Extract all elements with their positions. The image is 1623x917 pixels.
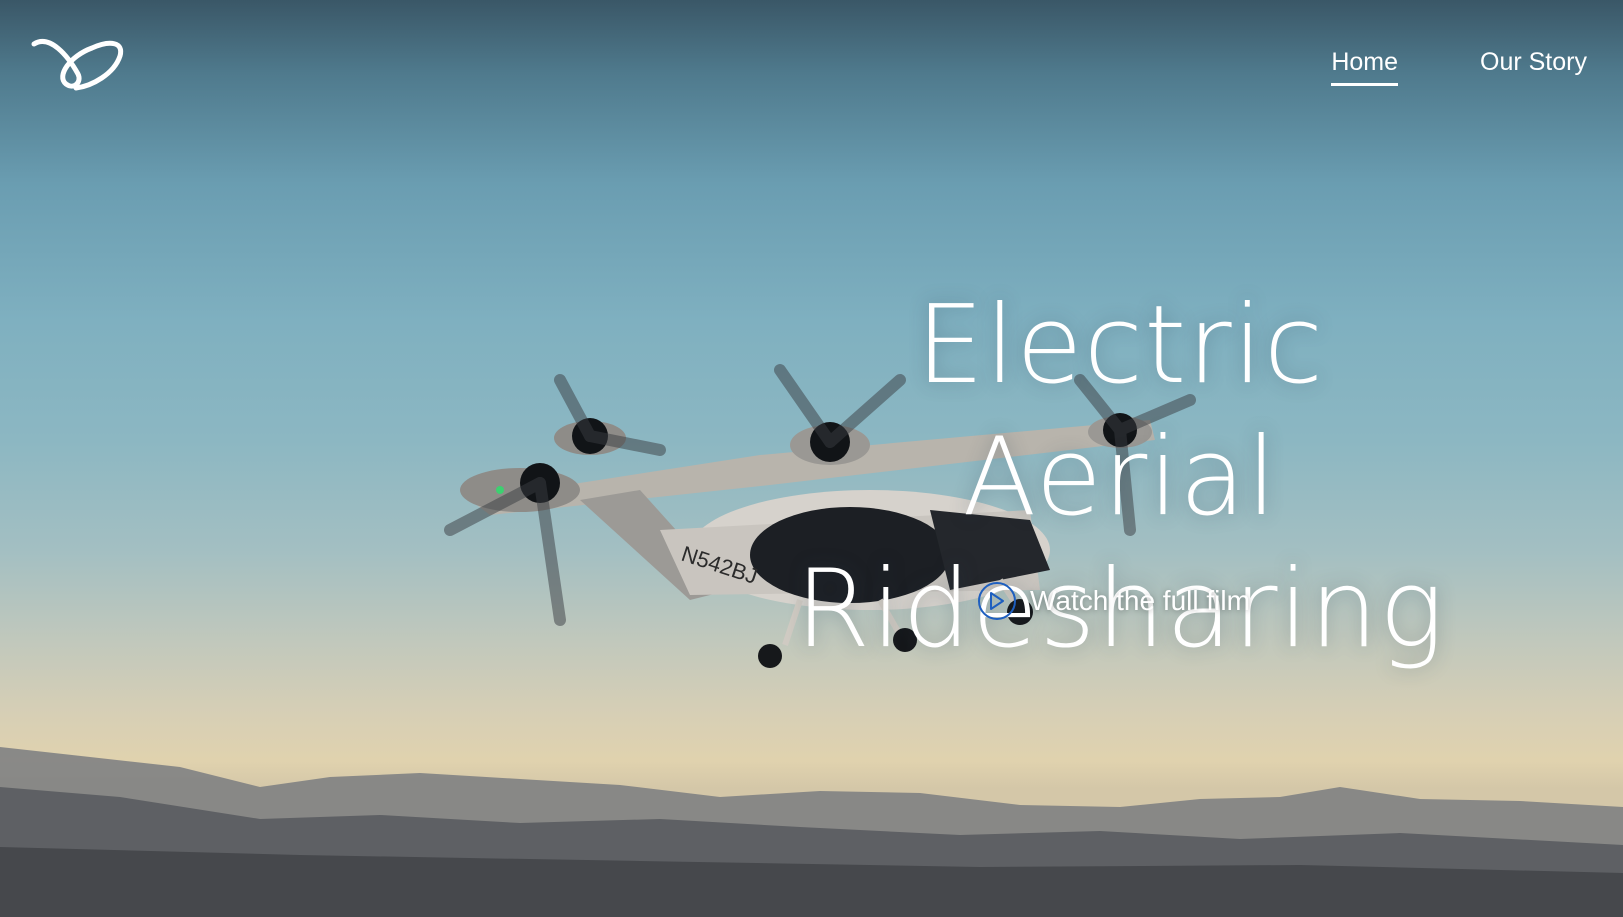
watch-film-label: Watch the full film — [1030, 585, 1250, 616]
top-nav: Home Our Story — [0, 0, 1623, 110]
brand-logo-icon[interactable] — [30, 34, 126, 94]
play-icon — [990, 592, 1004, 610]
nav-home-link[interactable]: Home — [1331, 48, 1399, 86]
nav-links: Home Our Story — [1331, 48, 1587, 86]
nav-our-story-link[interactable]: Our Story — [1480, 48, 1587, 86]
headline-line-1: Electric Aerial — [915, 283, 1325, 540]
watch-film-button[interactable]: Watch the full film — [978, 582, 1250, 620]
hero-section: N542BJ Home Our Story Electric Aerial Ri… — [0, 0, 1623, 917]
play-circle-icon — [978, 582, 1016, 620]
mountain-range — [0, 747, 1623, 917]
